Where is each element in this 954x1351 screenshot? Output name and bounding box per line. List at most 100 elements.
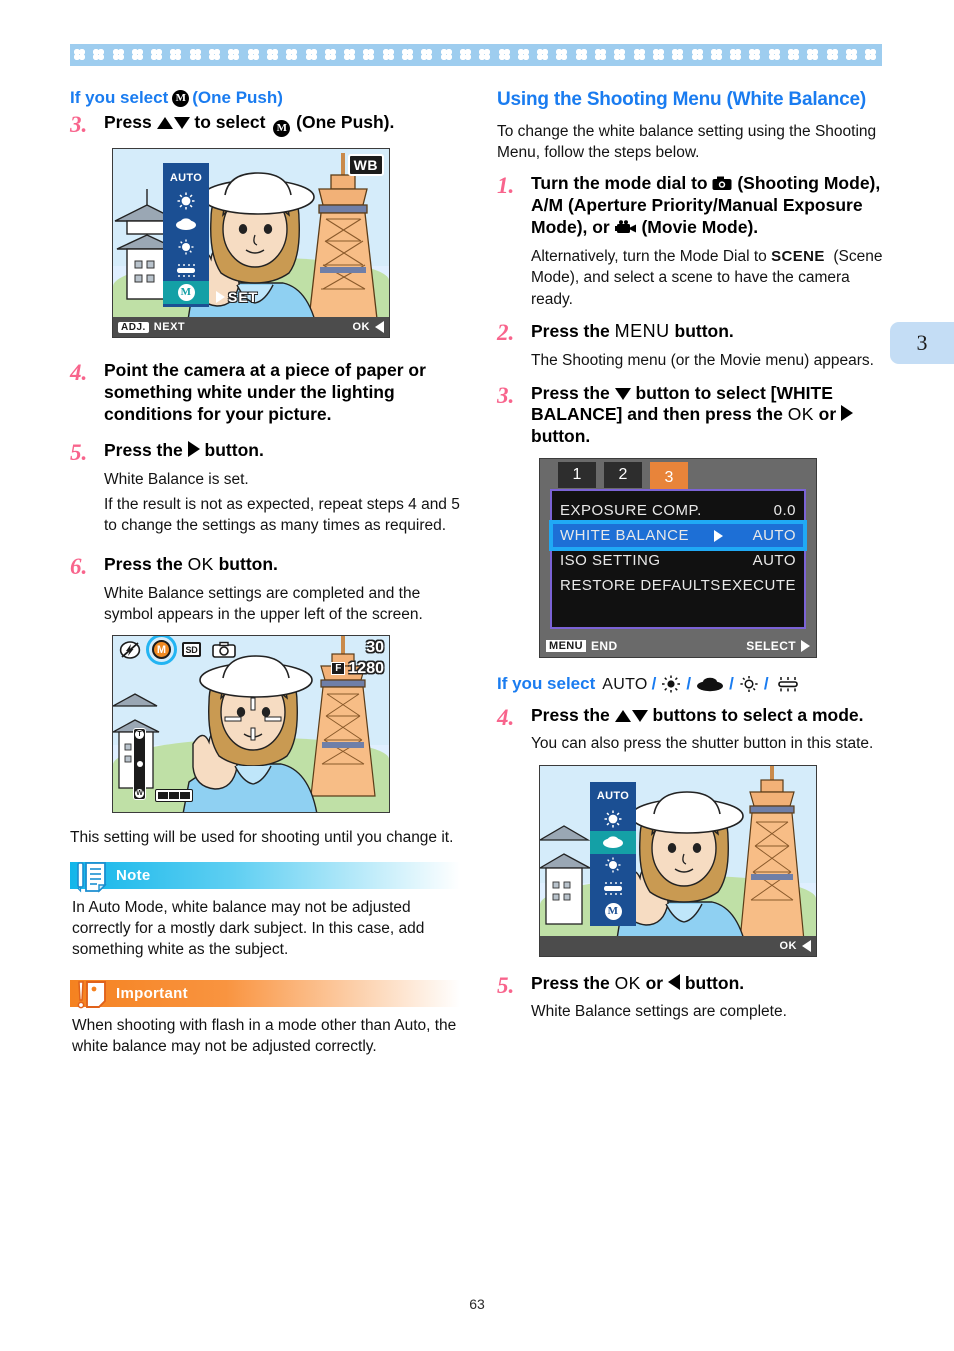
- right-step-5-number: 5.: [497, 972, 515, 998]
- overcast-cloud-icon: [697, 678, 724, 692]
- header-motif-row: [70, 44, 896, 66]
- right-subheading: If you select AUTO / / / /: [497, 674, 887, 694]
- header-motif: [321, 44, 340, 66]
- step-6-number: 6.: [70, 553, 88, 579]
- osd-row-value: 0.0: [773, 502, 796, 520]
- chapter-tab-number: 3: [916, 330, 928, 355]
- zoom-slider: T W: [133, 727, 146, 800]
- wb-option-auto: AUTO: [596, 790, 630, 803]
- arrow-down-icon: [631, 709, 648, 722]
- header-motif: [224, 44, 243, 66]
- right-column: Using the Shooting Menu (White Balance) …: [497, 88, 887, 1033]
- osd-foot-right-label: SELECT: [746, 639, 796, 654]
- osd-tab-2[interactable]: 2: [604, 462, 642, 489]
- page-number: 63: [469, 1296, 485, 1312]
- ok-button-glyph: OK: [787, 404, 814, 425]
- header-motif: [495, 44, 514, 66]
- left-subheading: If you select M (One Push): [70, 88, 460, 108]
- separator: /: [729, 674, 734, 694]
- step-3-title: Press to select M (One Push).: [104, 112, 460, 138]
- lcd-mode-select-illustration: AUTO M OK: [539, 764, 817, 957]
- lcd-one-push-illustration: WB AUTO M SET ADJ. NEXT OK: [112, 148, 390, 339]
- separator: /: [763, 674, 769, 694]
- separator: /: [651, 674, 657, 694]
- image-size-indicator: F 1280: [331, 660, 384, 678]
- osd-row-iso-setting[interactable]: ISO SETTING AUTO: [552, 548, 804, 573]
- camera-icon: [212, 642, 236, 659]
- header-motif: [398, 44, 417, 66]
- note-callout-bar: Note: [70, 861, 460, 893]
- important-callout-bar: Important: [70, 980, 460, 1009]
- arrow-up-icon: [614, 709, 631, 722]
- note-callout: Note In Auto Mode, white balance may not…: [70, 861, 460, 960]
- flash-off-icon: [119, 641, 141, 659]
- header-motif: [437, 44, 456, 66]
- header-motif: [205, 44, 224, 66]
- right-step-3-title: Press the button to select [WHITE BALANC…: [531, 383, 887, 449]
- left-closing-text: This setting will be used for shooting u…: [70, 828, 454, 846]
- fluorescent-tube-icon: [590, 877, 636, 900]
- quality-badge: F: [331, 662, 346, 676]
- adj-chip: ADJ.: [118, 321, 149, 333]
- lcd-result-illustration: M SD 30 F 1280 T W: [112, 634, 390, 813]
- osd-row-value: AUTO: [752, 552, 796, 570]
- step-3: 3. Press to select M (One Push).: [70, 112, 460, 138]
- right-step-2-desc: The Shooting menu (or the Movie menu) ap…: [531, 351, 874, 369]
- step-4: 4. Point the camera at a piece of paper …: [70, 360, 460, 426]
- tungsten-lamp-icon: [590, 854, 636, 877]
- overcast-cloud-icon: [163, 212, 209, 235]
- right-step-3-number: 3.: [497, 382, 515, 408]
- lcd-status-bar: ADJ. NEXT OK: [113, 317, 389, 338]
- step-5-number: 5.: [70, 439, 88, 465]
- wb-option-auto-label: AUTO: [602, 675, 648, 693]
- osd-shooting-menu: 1 2 3 EXPOSURE COMP. 0.0 WHITE BALANCE A…: [539, 458, 817, 659]
- fluorescent-tube-icon: [163, 258, 209, 281]
- header-motif: [707, 44, 726, 66]
- right-step-5-title: Press the OK or button.: [531, 972, 745, 993]
- ok-button-glyph: OK: [614, 972, 641, 993]
- step-5: 5. Press the button. White Balance is se…: [70, 440, 460, 540]
- one-push-m-icon: M: [273, 120, 291, 138]
- one-push-m-option: M: [590, 900, 636, 923]
- osd-footer: MENU END SELECT: [540, 635, 816, 657]
- header-motif: [533, 44, 552, 66]
- daylight-sun-icon: [590, 808, 636, 831]
- right-step-4-title: Press the buttons to select a mode.: [531, 704, 864, 725]
- fluorescent-tube-icon: [777, 677, 798, 692]
- tungsten-lamp-icon: [163, 235, 209, 258]
- header-motif: [340, 44, 359, 66]
- header-motif: [745, 44, 764, 66]
- zoom-wide-label: W: [135, 788, 144, 798]
- arrow-right-icon: [841, 405, 854, 422]
- scene-mode-glyph: SCENE: [771, 248, 825, 266]
- note-label: Note: [116, 866, 151, 884]
- header-motif: [688, 44, 707, 66]
- right-step-5-desc: White Balance settings are complete.: [531, 1003, 787, 1021]
- header-motif: [726, 44, 745, 66]
- right-step-1-title: Turn the mode dial to (Shooting Mode), A…: [531, 173, 881, 238]
- header-motif: [417, 44, 436, 66]
- osd-row-value: EXECUTE: [721, 577, 796, 595]
- shooting-mode-camera-icon: [712, 176, 732, 191]
- header-motif: [514, 44, 533, 66]
- osd-row-label: WHITE BALANCE: [560, 527, 690, 545]
- arrow-down-icon: [614, 387, 631, 400]
- right-step-2-title: Press the MENU button.: [531, 320, 734, 341]
- osd-row-restore-defaults[interactable]: RESTORE DEFAULTS EXECUTE: [552, 573, 804, 598]
- step-6: 6. Press the OK button. White Balance se…: [70, 554, 460, 625]
- zoom-tele-label: T: [135, 729, 144, 739]
- one-push-m-icon: M: [146, 635, 177, 666]
- header-motif: [861, 44, 880, 66]
- header-motif: [244, 44, 263, 66]
- osd-row-exposure-comp[interactable]: EXPOSURE COMP. 0.0: [552, 498, 804, 523]
- image-size-value: 1280: [348, 659, 384, 677]
- right-step-1-number: 1.: [497, 173, 515, 199]
- one-push-m-icon: M: [172, 89, 190, 107]
- header-motif: [70, 44, 89, 66]
- header-motif: [128, 44, 147, 66]
- osd-row-white-balance[interactable]: WHITE BALANCE AUTO: [549, 520, 807, 552]
- osd-tab-1[interactable]: 1: [558, 462, 596, 489]
- wb-option-strip: AUTO M: [590, 781, 636, 926]
- menu-button-glyph: MENU: [614, 320, 670, 341]
- right-step-1: 1. Turn the mode dial to (Shooting Mode)…: [497, 173, 887, 309]
